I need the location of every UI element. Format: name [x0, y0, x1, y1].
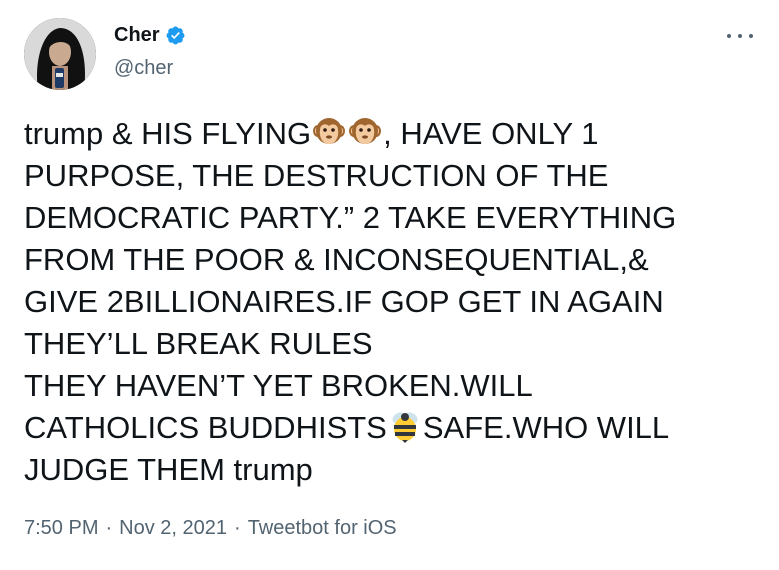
monkey-face-emoji — [347, 114, 383, 150]
tweet-text-line: THEY HAVEN’T YET BROKEN.WILL — [24, 365, 759, 407]
tweet-text-line: JUDGE THEM trump — [24, 449, 759, 491]
author-name[interactable]: Cher — [114, 24, 160, 47]
tweet-text-segment: CATHOLICS BUDDHISTS — [24, 410, 387, 445]
tweet-text-line: trump & HIS FLYING , HAVE ONLY 1 — [24, 113, 759, 155]
tweet-time[interactable]: 7:50 PM — [24, 517, 98, 540]
tweet-text-segment: THEY HAVEN’T YET BROKEN.WILL — [24, 368, 533, 403]
tweet-text-line: THEY’LL BREAK RULES — [24, 323, 759, 365]
tweet-text-segment: , HAVE ONLY 1 — [383, 116, 599, 151]
verified-badge-icon — [166, 26, 185, 45]
tweet-metadata: 7:50 PM · Nov 2, 2021 · Tweetbot for iOS — [24, 517, 397, 540]
avatar-image — [24, 18, 96, 90]
tweet-text-line: DEMOCRATIC PARTY.” 2 TAKE EVERYTHING — [24, 197, 759, 239]
monkey-face-emoji — [311, 114, 347, 150]
tweet-text-line: FROM THE POOR & INCONSEQUENTIAL,& — [24, 239, 759, 281]
tweet-text-segment: FROM THE POOR & INCONSEQUENTIAL,& — [24, 242, 649, 277]
author-avatar[interactable] — [24, 18, 96, 90]
tweet-text-segment: SAFE.WHO WILL — [422, 410, 670, 445]
author-name-row[interactable]: Cher — [114, 24, 186, 47]
tweet-text-segment: JUDGE THEM trump — [24, 452, 313, 487]
tweet-text-segment: GIVE 2BILLIONAIRES.IF GOP GET IN AGAIN — [24, 284, 664, 319]
honeybee-emoji — [387, 408, 423, 444]
meta-separator: · — [234, 517, 241, 539]
tweet-text: trump & HIS FLYING , HAVE ONLY 1 PURPOSE, … — [24, 113, 759, 491]
tweet-date[interactable]: Nov 2, 2021 — [119, 517, 227, 540]
more-options-icon[interactable] — [727, 28, 753, 44]
tweet-text-segment: THEY’LL BREAK RULES — [24, 326, 373, 361]
tweet-text-line: GIVE 2BILLIONAIRES.IF GOP GET IN AGAIN — [24, 281, 759, 323]
tweet-text-segment: trump & HIS FLYING — [24, 116, 312, 151]
author-handle[interactable]: @cher — [114, 57, 173, 80]
more-dot — [749, 34, 753, 38]
tweet-text-segment: DEMOCRATIC PARTY.” 2 TAKE EVERYTHING — [24, 200, 677, 235]
more-dot — [738, 34, 742, 38]
tweet-text-line: CATHOLICS BUDDHISTS SAFE.WHO WILL — [24, 407, 759, 449]
tweet: Cher @cher trump & HIS FLYING , HAVE ONLY… — [0, 0, 779, 570]
tweet-text-segment: PURPOSE, THE DESTRUCTION OF THE — [24, 158, 609, 193]
tweet-text-line: PURPOSE, THE DESTRUCTION OF THE — [24, 155, 759, 197]
tweet-source[interactable]: Tweetbot for iOS — [248, 517, 397, 540]
more-dot — [727, 34, 731, 38]
meta-separator: · — [105, 517, 113, 539]
